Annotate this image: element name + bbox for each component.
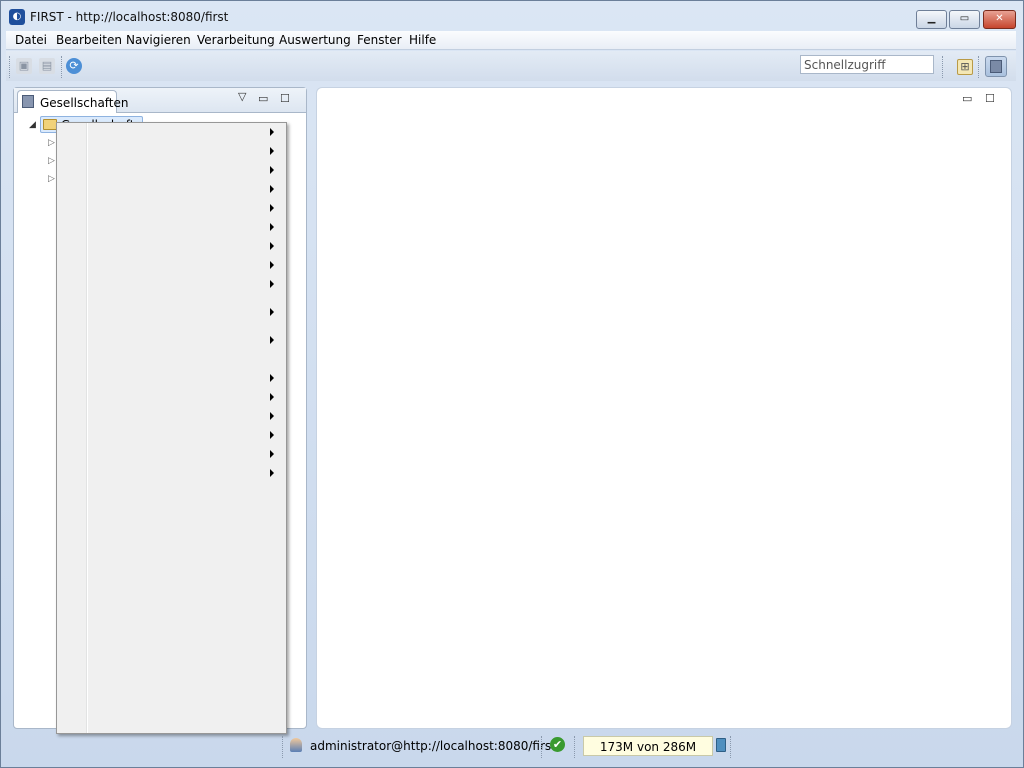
context-menu-item[interactable]	[59, 332, 284, 351]
tree-expand-icon[interactable]: ▷	[48, 156, 55, 166]
status-user: administrator@http://localhost:8080/firs…	[310, 739, 556, 753]
submenu-arrow-icon	[270, 185, 274, 193]
editor-minimize-icon[interactable]: ▭	[962, 92, 972, 105]
menu-bearbeiten[interactable]: Bearbeiten	[56, 33, 122, 47]
user-icon	[290, 738, 302, 752]
editor-area	[316, 87, 1012, 729]
submenu-arrow-icon	[270, 431, 274, 439]
submenu-arrow-icon	[270, 261, 274, 269]
save-icon[interactable]: ▣	[16, 58, 32, 74]
submenu-arrow-icon	[270, 147, 274, 155]
memory-usage: 173M von 286M	[599, 740, 697, 754]
context-menu-item[interactable]	[59, 257, 284, 276]
context-menu-item[interactable]	[59, 181, 284, 200]
app-icon: ◐	[9, 9, 25, 25]
maximize-button[interactable]: ▭	[949, 10, 980, 29]
minimize-button[interactable]: ▁	[916, 10, 947, 29]
submenu-arrow-icon	[270, 204, 274, 212]
context-menu-item[interactable]	[59, 143, 284, 162]
context-menu-item[interactable]	[59, 427, 284, 446]
open-perspective-icon[interactable]: ⊞	[957, 59, 973, 75]
view-minimize-icon[interactable]: ▭	[258, 92, 268, 105]
editor-maximize-icon[interactable]: ☐	[985, 92, 995, 105]
status-separator	[574, 736, 577, 758]
submenu-arrow-icon	[270, 469, 274, 477]
status-separator	[541, 736, 544, 758]
toolbar-grip	[9, 56, 12, 78]
status-separator	[282, 736, 285, 758]
toolbar-separator	[61, 56, 64, 78]
submenu-arrow-icon	[270, 223, 274, 231]
save-all-icon[interactable]: ▤	[39, 58, 55, 74]
context-menu-item[interactable]	[59, 276, 284, 295]
quick-access-input[interactable]: Schnellzugriff	[800, 55, 934, 74]
folder-open-icon	[43, 119, 57, 130]
close-button[interactable]: ✕	[983, 10, 1016, 29]
context-menu-item[interactable]	[59, 446, 284, 465]
submenu-arrow-icon	[270, 336, 274, 344]
tab-label: Gesellschaften	[40, 96, 129, 110]
status-separator	[730, 736, 733, 758]
submenu-arrow-icon	[270, 374, 274, 382]
database-icon	[22, 95, 34, 108]
context-menu-item[interactable]	[59, 304, 284, 323]
view-menu-icon[interactable]: ▽	[238, 90, 246, 103]
context-menu-item[interactable]	[59, 389, 284, 408]
context-menu-item[interactable]	[59, 370, 284, 389]
submenu-arrow-icon	[270, 450, 274, 458]
submenu-arrow-icon	[270, 308, 274, 316]
submenu-arrow-icon	[270, 393, 274, 401]
context-menu-item[interactable]	[59, 162, 284, 181]
menu-auswertung[interactable]: Auswertung	[279, 33, 351, 47]
view-maximize-icon[interactable]: ☐	[280, 92, 290, 105]
menu-datei[interactable]: Datei	[15, 33, 47, 47]
submenu-arrow-icon	[270, 280, 274, 288]
submenu-arrow-icon	[270, 128, 274, 136]
submenu-arrow-icon	[270, 166, 274, 174]
menu-fenster[interactable]: Fenster	[357, 33, 402, 47]
tree-expand-icon[interactable]: ▷	[48, 138, 55, 148]
garbage-collect-icon[interactable]	[716, 738, 726, 752]
context-menu	[56, 122, 287, 734]
context-menu-item[interactable]	[59, 124, 284, 143]
submenu-arrow-icon	[270, 412, 274, 420]
context-menu-item[interactable]	[59, 219, 284, 238]
tab-gesellschaften[interactable]: Gesellschaften	[17, 90, 129, 113]
tree-collapse-icon[interactable]: ◢	[29, 120, 36, 130]
context-menu-item[interactable]	[59, 408, 284, 427]
toolbar-separator-right	[942, 56, 945, 78]
check-icon: ✔	[550, 737, 565, 752]
database-icon	[990, 60, 1002, 73]
refresh-icon[interactable]: ⟳	[66, 58, 82, 74]
heap-status[interactable]: 173M von 286M	[583, 736, 713, 756]
menu-verarbeitung[interactable]: Verarbeitung	[197, 33, 275, 47]
tree-expand-icon[interactable]: ▷	[48, 174, 55, 184]
menu-hilfe[interactable]: Hilfe	[409, 33, 436, 47]
context-menu-item[interactable]	[59, 200, 284, 219]
title-bar[interactable]: ◐ FIRST - http://localhost:8080/first ▁ …	[0, 0, 1022, 30]
menu-bar: Datei Bearbeiten Navigieren Verarbeitung…	[6, 31, 1016, 50]
context-menu-item[interactable]	[59, 238, 284, 257]
context-menu-item[interactable]	[59, 465, 284, 484]
submenu-arrow-icon	[270, 242, 274, 250]
window-title: FIRST - http://localhost:8080/first	[30, 10, 229, 24]
toolbar-separator-perspective	[978, 56, 981, 78]
menu-navigieren[interactable]: Navigieren	[126, 33, 191, 47]
perspective-button[interactable]	[985, 56, 1007, 77]
